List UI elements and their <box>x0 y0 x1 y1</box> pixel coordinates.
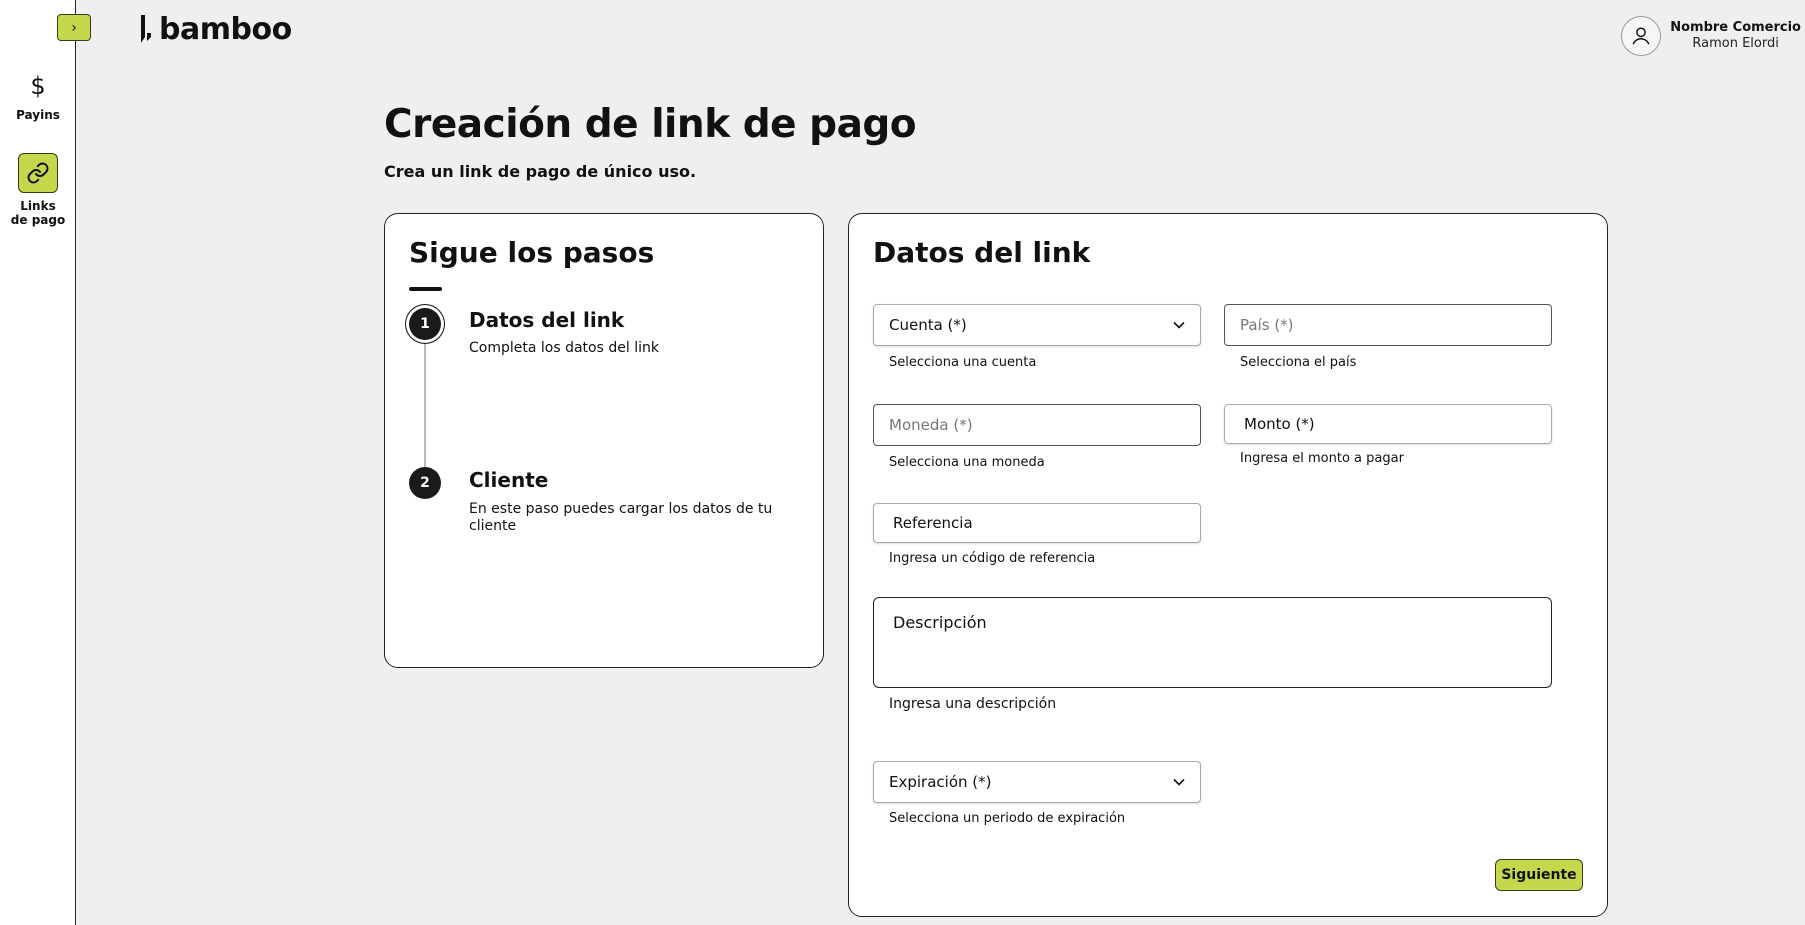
user-subtitle: Ramon Elordi <box>1692 36 1779 51</box>
sidebar-item-payins[interactable]: $ Payins <box>0 70 76 122</box>
sidebar: $ Payins Links de pago <box>0 0 76 925</box>
step-2-description: En este paso puedes cargar los datos de … <box>469 501 773 534</box>
referencia-helper: Ingresa un código de referencia <box>889 551 1096 566</box>
step-2-badge: 2 <box>409 467 441 499</box>
moneda-placeholder: Moneda (*) <box>889 416 973 434</box>
step-1-description: Completa los datos del link <box>469 340 659 356</box>
expiracion-helper: Selecciona un periodo de expiración <box>889 811 1126 826</box>
descripcion-helper: Ingresa una descripción <box>889 696 1057 712</box>
chevron-down-icon <box>1173 318 1185 332</box>
page-title: Creación de link de pago <box>384 102 917 147</box>
bamboo-logo[interactable]: bamboo <box>137 12 292 47</box>
descripcion-label: Descripción <box>893 613 987 632</box>
next-button[interactable]: Siguiente <box>1495 859 1583 891</box>
steps-card: Sigue los pasos 1 Datos del link Complet… <box>384 213 824 668</box>
user-menu[interactable]: Nombre Comercio Ramon Elordi <box>1621 16 1801 56</box>
cuenta-select-label: Cuenta (*) <box>889 316 967 334</box>
expiracion-select[interactable]: Expiración (*) <box>873 761 1201 803</box>
sidebar-toggle-button[interactable]: › <box>57 14 91 41</box>
sidebar-item-links-de-pago[interactable]: Links de pago <box>0 153 76 227</box>
user-info: Nombre Comercio Ramon Elordi <box>1670 20 1801 52</box>
link-data-form: Datos del link Cuenta (*) Selecciona una… <box>848 213 1608 917</box>
monto-input[interactable]: Monto (*) <box>1224 404 1552 444</box>
bamboo-logo-mark-icon <box>141 14 151 43</box>
chevron-down-icon <box>1173 775 1185 789</box>
pais-helper: Selecciona el país <box>1240 355 1357 370</box>
dollar-icon: $ <box>30 72 46 100</box>
form-title: Datos del link <box>873 236 1091 269</box>
pais-select[interactable]: País (*) <box>1224 304 1552 346</box>
user-name: Nombre Comercio <box>1670 20 1801 35</box>
link-icon <box>18 153 58 193</box>
step-1-badge: 1 <box>409 308 441 340</box>
user-icon <box>1632 27 1650 45</box>
referencia-label: Referencia <box>893 514 973 532</box>
avatar[interactable] <box>1621 16 1662 56</box>
title-underline <box>409 287 442 291</box>
page-subtitle: Crea un link de pago de único uso. <box>384 162 697 181</box>
monto-helper: Ingresa el monto a pagar <box>1240 451 1404 466</box>
logo-text: bamboo <box>159 12 292 47</box>
step-connector <box>424 332 426 482</box>
referencia-input[interactable]: Referencia <box>873 503 1201 543</box>
descripcion-textarea[interactable]: Descripción <box>873 597 1552 688</box>
moneda-select[interactable]: Moneda (*) <box>873 404 1201 446</box>
sidebar-item-label: Payins <box>16 108 60 122</box>
moneda-helper: Selecciona una moneda <box>889 455 1045 470</box>
sidebar-item-label: Links de pago <box>10 199 66 227</box>
cuenta-select[interactable]: Cuenta (*) <box>873 304 1201 346</box>
chevron-right-icon: › <box>71 19 77 36</box>
steps-title: Sigue los pasos <box>409 236 655 269</box>
cuenta-helper: Selecciona una cuenta <box>889 355 1037 370</box>
step-2-title: Cliente <box>469 468 549 492</box>
pais-placeholder: País (*) <box>1240 316 1294 334</box>
monto-label: Monto (*) <box>1244 415 1315 433</box>
expiracion-select-label: Expiración (*) <box>889 773 992 791</box>
step-1-title: Datos del link <box>469 308 625 332</box>
